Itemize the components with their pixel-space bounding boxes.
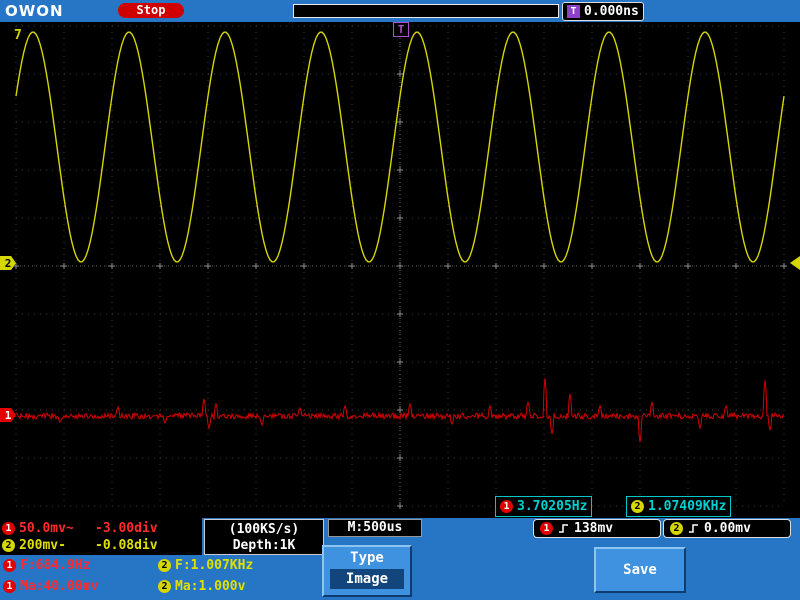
channel2-badge: 2 [631, 500, 644, 513]
ch2-settings-row: 2 200mv- -0.08div [0, 537, 202, 554]
run-state-button[interactable]: Stop [118, 3, 184, 18]
channel2-badge: 2 [670, 522, 683, 535]
trigger2-box: 2 0.00mv [663, 519, 791, 538]
channel1-badge: 1 [3, 579, 16, 593]
ch1-amplitude-readout: 1 Ma:40.00mv [3, 578, 98, 594]
ch2-volts-per-div: 200mv- [19, 538, 66, 553]
ch1-settings-row: 1 50.0mv~ -3.00div [0, 520, 202, 537]
trigger-level-arrow[interactable] [790, 256, 800, 270]
ch2-freq-value: F:1.007KHz [175, 557, 254, 573]
ch1-freq-readout: 1 F:684.9Hz [3, 557, 90, 573]
ch2-amplitude-value: Ma:1.000v [175, 578, 246, 594]
type-button-label: Type [350, 550, 384, 566]
ch2-amplitude-readout: 2 Ma:1.000v [158, 578, 245, 594]
type-button[interactable]: Type Image [322, 545, 412, 597]
save-button[interactable]: Save [594, 547, 686, 593]
trigger-time-value: 0.000ns [584, 4, 639, 19]
trigger1-level: 138mv [574, 521, 614, 536]
memory-position-bar[interactable] [293, 4, 559, 18]
trigger-time-box: T 0.000ns [562, 2, 644, 21]
channel1-badge: 1 [3, 558, 16, 572]
top-bar: OWON Stop T 0.000ns [0, 0, 800, 22]
status-bar: 1 50.0mv~ -3.00div 2 200mv- -0.08div (10… [0, 518, 800, 600]
freq-measure-ch2-box: 2 1.07409KHz [626, 496, 732, 517]
trigger-icon: T [567, 5, 580, 18]
ch1-freq-value: F:684.9Hz [20, 557, 91, 573]
waveform-display [13, 23, 787, 509]
channel1-badge: 1 [500, 500, 513, 513]
sample-rate: (100KS/s) [228, 521, 300, 537]
channel2-badge: 2 [158, 579, 171, 593]
top-left-marker: 7 [14, 28, 22, 43]
record-depth: Depth:1K [232, 537, 296, 553]
freq-measure-ch1-value: 3.70205Hz [517, 499, 588, 514]
brand-logo: OWON [5, 2, 64, 20]
freq-measure-ch1-box: 1 3.70205Hz [495, 496, 593, 517]
ch1-amplitude-value: Ma:40.00mv [20, 578, 99, 594]
channel2-badge: 2 [158, 558, 171, 572]
timebase-box[interactable]: M:500us [328, 519, 422, 537]
channel-settings-block: 1 50.0mv~ -3.00div 2 200mv- -0.08div [0, 518, 202, 555]
type-button-value: Image [330, 569, 404, 589]
waveform-area: 7 T 2 1 1 3.70205Hz 2 1.07409KHz [0, 22, 800, 518]
trigger1-box: 1 138mv [533, 519, 661, 538]
rising-edge-icon [559, 524, 568, 533]
acquisition-box: (100KS/s) Depth:1K [204, 519, 324, 555]
channel1-badge: 1 [2, 522, 15, 535]
trigger-position-marker[interactable]: T [393, 22, 409, 37]
ch1-volts-per-div: 50.0mv~ [19, 521, 74, 536]
freq-measure-ch2-value: 1.07409KHz [648, 499, 727, 514]
rising-edge-icon [689, 524, 698, 533]
channel1-badge: 1 [540, 522, 553, 535]
ch2-freq-readout: 2 F:1.007KHz [158, 557, 253, 573]
oscilloscope-screen: OWON Stop T 0.000ns 7 T 2 1 1 3.70205Hz … [0, 0, 800, 600]
ch2-offset: -0.08div [95, 538, 158, 553]
ch1-offset: -3.00div [95, 521, 158, 536]
trigger2-level: 0.00mv [704, 521, 751, 536]
save-button-label: Save [623, 562, 657, 578]
channel2-badge: 2 [2, 539, 15, 552]
